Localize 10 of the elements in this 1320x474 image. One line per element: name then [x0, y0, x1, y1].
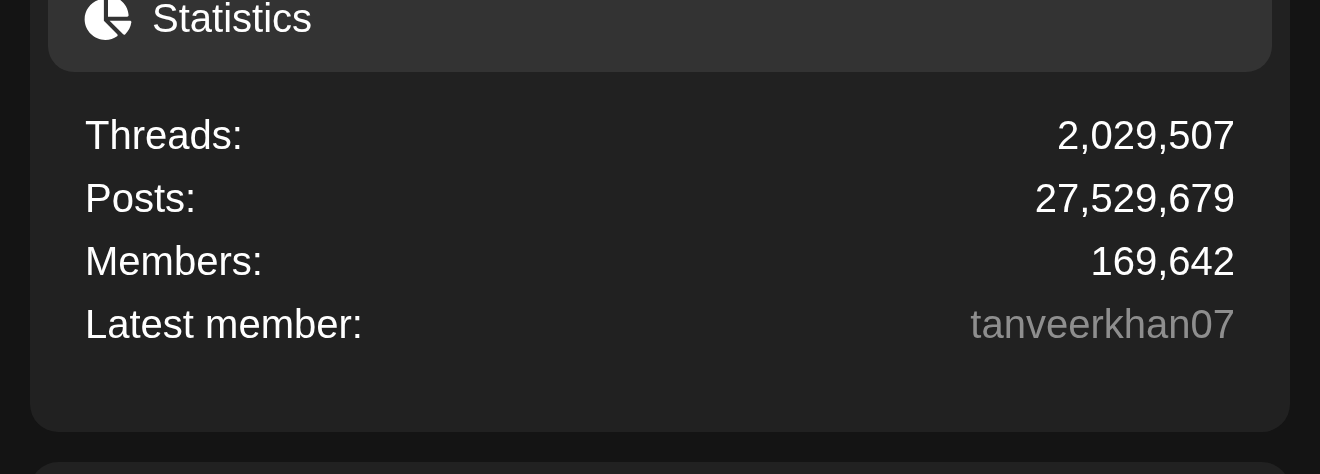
stat-value: 27,529,679 [1034, 174, 1235, 222]
stat-label: Latest member: [85, 300, 363, 348]
stat-value: 2,029,507 [1057, 111, 1235, 159]
stat-value: 169,642 [1090, 237, 1235, 285]
pie-chart-icon [84, 0, 132, 40]
stat-label: Members: [85, 237, 263, 285]
member-link[interactable]: tanveerkhan07 [970, 293, 1235, 354]
stat-label: Posts: [85, 174, 197, 222]
card-title: Statistics [152, 0, 313, 40]
stat-label: Threads: [85, 111, 243, 159]
